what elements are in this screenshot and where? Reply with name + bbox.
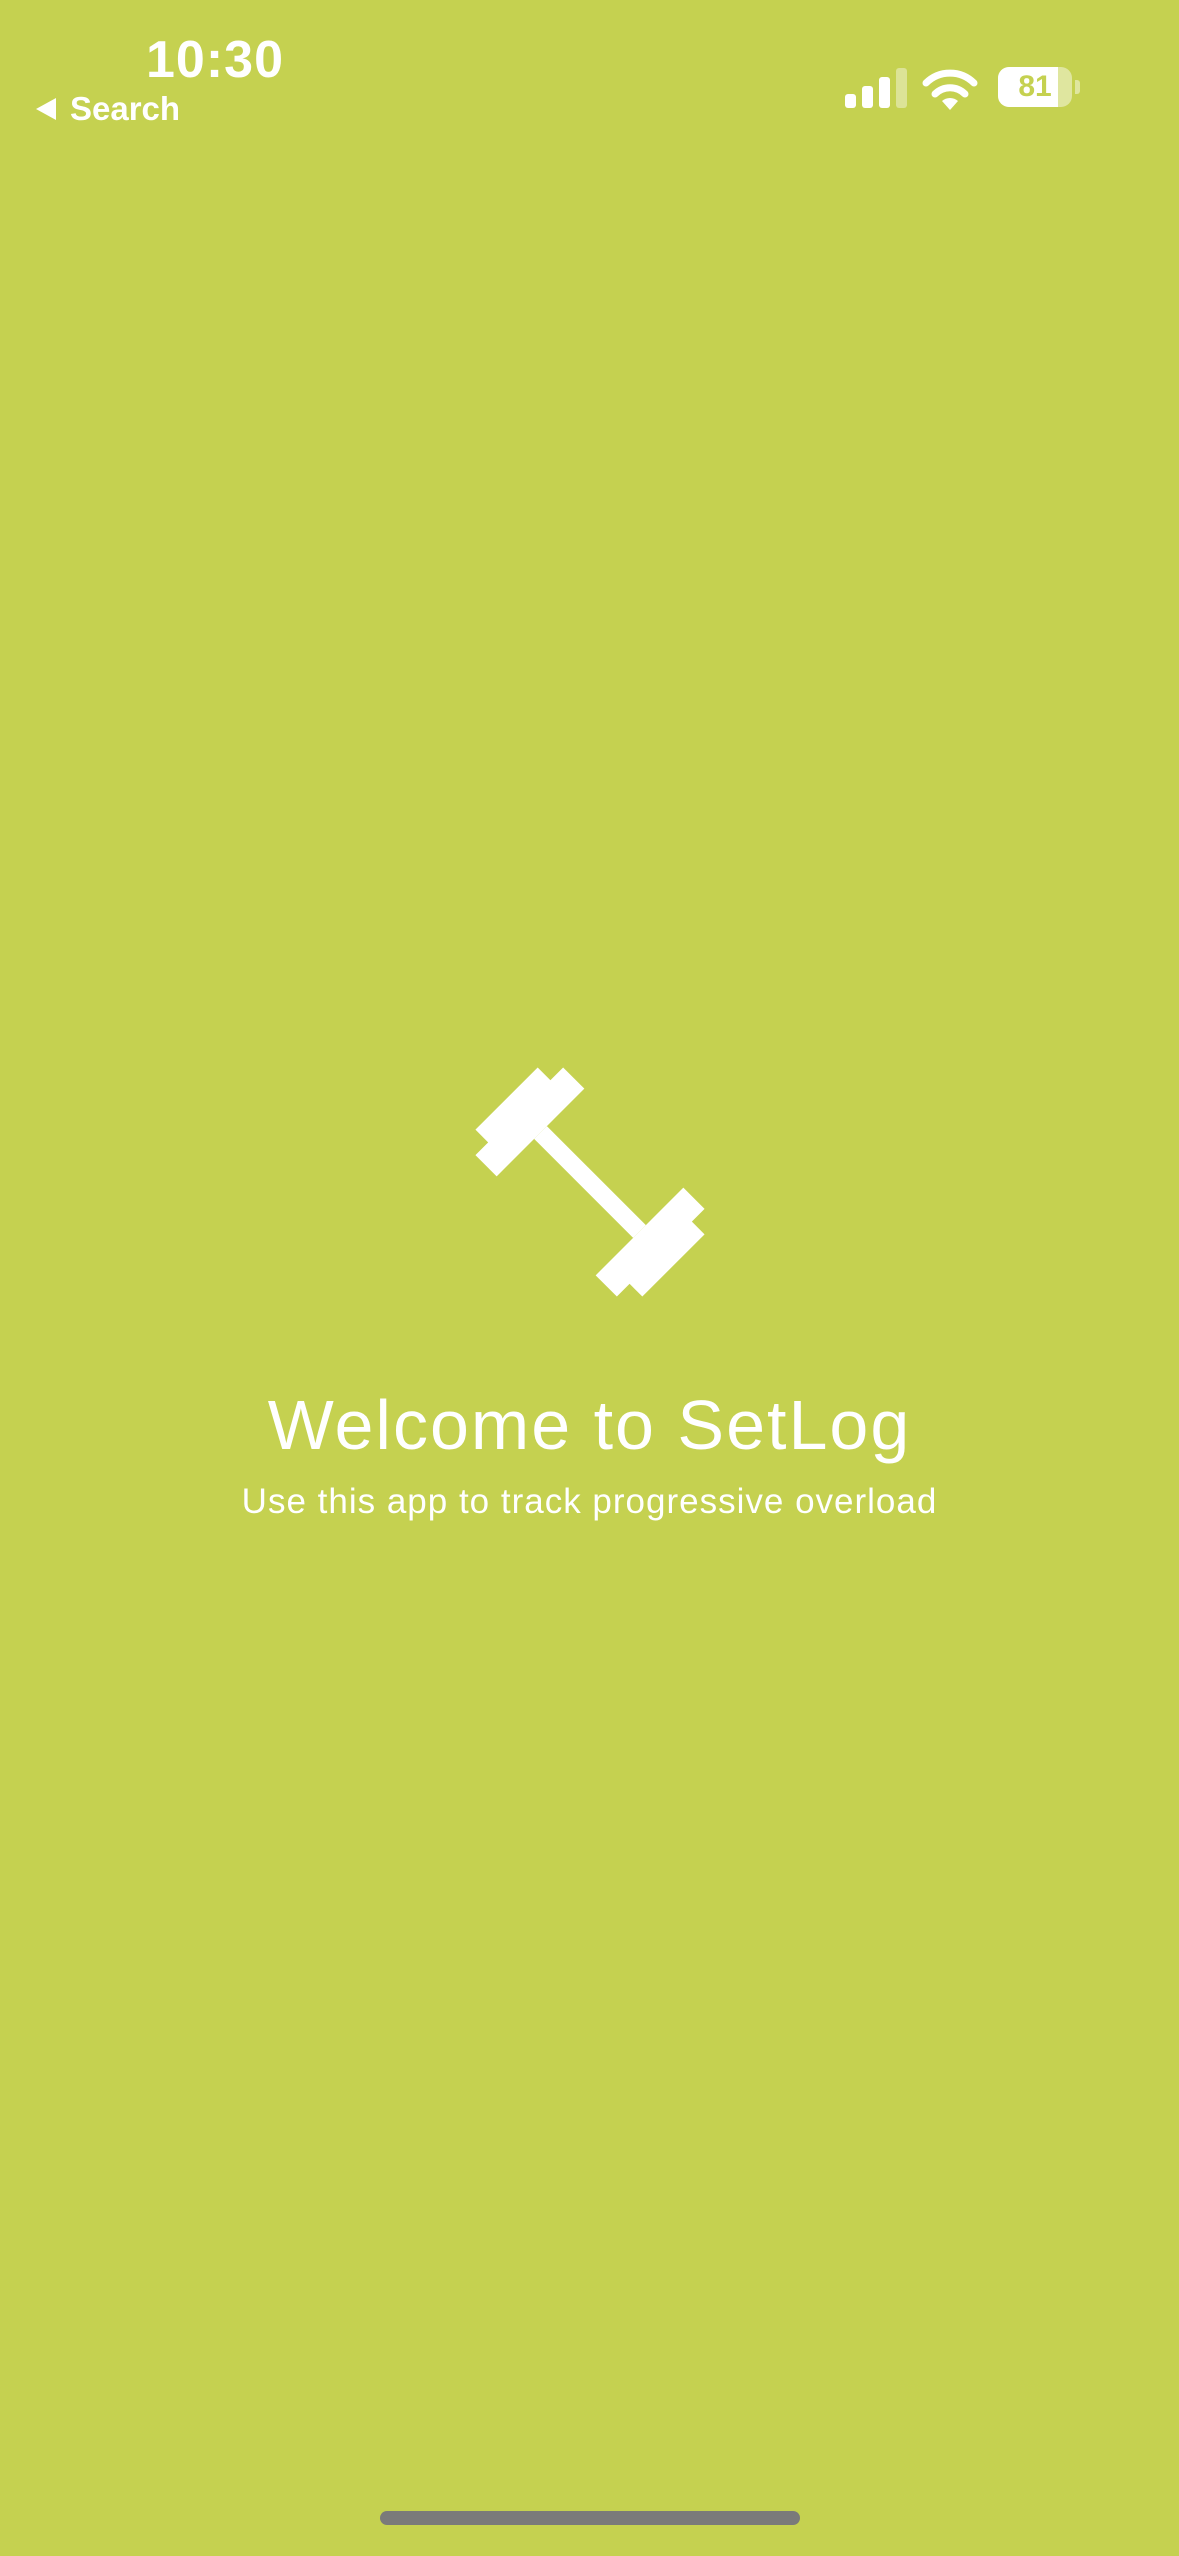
back-label: Search <box>70 90 181 127</box>
signal-bar-2 <box>862 86 873 108</box>
battery-level: 81 <box>1018 70 1052 103</box>
welcome-screen: 10:30 Search 81 Welcome to SetLog Use th… <box>0 0 1179 2556</box>
back-to-search-button[interactable]: Search <box>36 90 180 128</box>
dumbbell-bar <box>534 1126 646 1238</box>
battery-indicator: 81 <box>998 67 1080 107</box>
back-arrow-icon <box>36 98 56 120</box>
battery-icon: 81 <box>998 67 1072 107</box>
wifi-icon <box>922 69 978 110</box>
cellular-signal-icon <box>845 68 907 108</box>
home-indicator[interactable] <box>380 2511 800 2525</box>
battery-cap <box>1075 80 1080 94</box>
welcome-title: Welcome to SetLog <box>267 1386 912 1464</box>
signal-bar-1 <box>845 94 856 108</box>
welcome-subtitle: Use this app to track progressive overlo… <box>241 1482 938 1521</box>
status-time: 10:30 <box>146 31 284 89</box>
signal-bar-4 <box>896 68 907 108</box>
dumbbell-icon <box>475 1067 705 1297</box>
signal-bar-3 <box>879 77 890 108</box>
